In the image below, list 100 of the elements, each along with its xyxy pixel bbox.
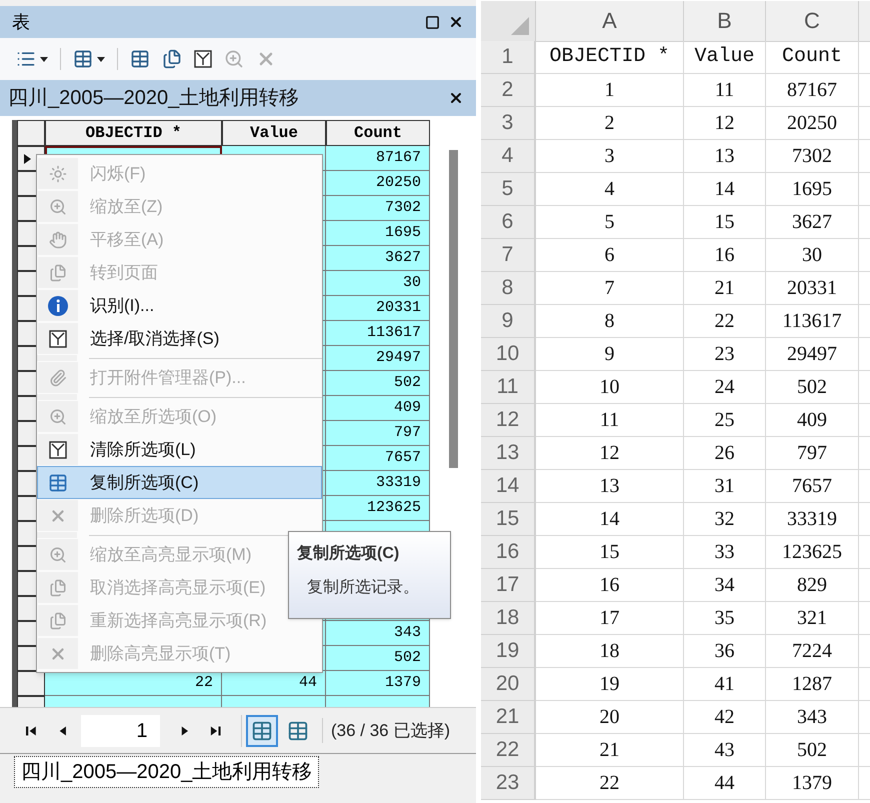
sheet-cell: 41 [684, 668, 766, 701]
sheet-cell: 12 [684, 107, 766, 140]
row-number[interactable]: 18 [481, 602, 536, 635]
row-number[interactable]: 14 [481, 470, 536, 503]
pages-icon [49, 612, 67, 630]
table-cell: 87167 [326, 146, 430, 171]
row-number[interactable]: 9 [481, 305, 536, 338]
row-number[interactable]: 13 [481, 437, 536, 470]
row-number[interactable]: 20 [481, 668, 536, 701]
column-header[interactable]: Value [222, 120, 326, 146]
sheet-cell: 11 [536, 404, 684, 437]
switch-selection-icon[interactable] [162, 49, 182, 69]
sheet-cell: 23 [684, 338, 766, 371]
sheet-cell: 343 [766, 701, 859, 734]
row-number[interactable]: 22 [481, 734, 536, 767]
clear-selection-icon [194, 50, 212, 68]
next-record-icon[interactable] [180, 724, 190, 736]
sheet-cell: 20331 [766, 272, 859, 305]
sheet-cell: 409 [766, 404, 859, 437]
sheet-cell: 36 [684, 635, 766, 668]
sheet-cell: 321 [766, 602, 859, 635]
row-number[interactable]: 3 [481, 107, 536, 140]
row-number[interactable]: 5 [481, 173, 536, 206]
row-number[interactable]: 21 [481, 701, 536, 734]
table-title: 四川_2005—2020_土地利用转移 [8, 86, 300, 111]
row-number[interactable]: 12 [481, 404, 536, 437]
table-cell: 20250 [326, 171, 430, 196]
row-number[interactable]: 19 [481, 635, 536, 668]
table-icon[interactable] [130, 49, 150, 69]
sheet-cell: 25 [684, 404, 766, 437]
sheet-cell: 14 [684, 173, 766, 206]
column-header[interactable]: A [536, 1, 684, 42]
row-number[interactable]: 6 [481, 206, 536, 239]
sheet-cell: 1695 [766, 173, 859, 206]
sheet-cell: 20 [536, 701, 684, 734]
sheet-cell: Value [684, 41, 766, 74]
row-number[interactable]: 10 [481, 338, 536, 371]
row-number[interactable]: 17 [481, 569, 536, 602]
column-header[interactable]: B [684, 1, 766, 42]
sheet-cell: 17 [536, 602, 684, 635]
first-record-icon[interactable] [26, 724, 37, 736]
sheet-cell: 14 [536, 503, 684, 536]
close-icon[interactable] [448, 90, 464, 106]
table-icon [250, 720, 273, 742]
sheet-cell: 33 [684, 536, 766, 569]
table-tab[interactable]: 四川_2005—2020_土地利用转移 [14, 756, 320, 788]
last-record-icon[interactable] [210, 724, 221, 736]
column-header[interactable]: C [766, 1, 859, 42]
column-header[interactable]: OBJECTID * [45, 120, 222, 146]
menu-item[interactable]: 复制所选项(C) [37, 466, 322, 499]
row-number[interactable]: 11 [481, 371, 536, 404]
sheet-cell: 7302 [766, 140, 859, 173]
sheet-cell: 87167 [766, 74, 859, 107]
menu-item[interactable]: 选择/取消选择(S) [37, 322, 286, 355]
table-cell: 797 [326, 421, 430, 446]
table-icon [48, 472, 68, 492]
maximize-icon[interactable] [425, 14, 440, 30]
table-icon [286, 720, 309, 742]
menu-item[interactable]: 清除所选项(L) [37, 433, 286, 466]
row-number[interactable]: 2 [481, 74, 536, 107]
row-number[interactable]: 15 [481, 503, 536, 536]
sheet-cell: 1379 [766, 767, 859, 800]
row-number[interactable]: 16 [481, 536, 536, 569]
sheet-cell: 43 [684, 734, 766, 767]
sheet-cell: 29497 [766, 338, 859, 371]
row-number[interactable]: 1 [481, 41, 536, 74]
sheet-cell: 34 [684, 569, 766, 602]
current-row-icon [24, 154, 31, 164]
sheet-cell: 33319 [766, 503, 859, 536]
sheet-cell: 8 [536, 305, 684, 338]
sheet-cell: 7 [536, 272, 684, 305]
window-title: 表 [12, 10, 30, 34]
sheet-cell: 24 [684, 371, 766, 404]
corner-cell [17, 120, 45, 146]
caret-icon[interactable] [40, 56, 48, 62]
clear-selection-icon [49, 440, 67, 458]
caret-icon[interactable] [97, 56, 105, 62]
view-toggle-button[interactable] [246, 714, 278, 746]
sheet-cell: 3 [536, 140, 684, 173]
record-field[interactable]: 1 [81, 714, 160, 746]
sheet-cell: 19 [536, 668, 684, 701]
selection-status: (36 / 36 已选择) [322, 718, 450, 744]
pages-icon [49, 578, 67, 596]
sheet-cell: 3627 [766, 206, 859, 239]
sheet-cell: 13 [684, 140, 766, 173]
column-header[interactable]: Count [326, 120, 430, 146]
related-tables-icon[interactable] [73, 49, 93, 69]
menu-item[interactable]: 识别(I)... [37, 289, 286, 322]
sheet-cell: 11 [684, 74, 766, 107]
row-number[interactable]: 4 [481, 140, 536, 173]
sheet-cell: 2 [536, 107, 684, 140]
close-icon[interactable] [448, 14, 464, 30]
scrollbar-thumb[interactable] [448, 150, 458, 468]
table-cell: 44 [222, 671, 326, 696]
row-header[interactable] [17, 671, 45, 696]
row-number[interactable]: 23 [481, 767, 536, 800]
row-number[interactable]: 8 [481, 272, 536, 305]
table-cell: 409 [326, 396, 430, 421]
row-number[interactable]: 7 [481, 239, 536, 272]
sheet-cell: 15 [684, 206, 766, 239]
